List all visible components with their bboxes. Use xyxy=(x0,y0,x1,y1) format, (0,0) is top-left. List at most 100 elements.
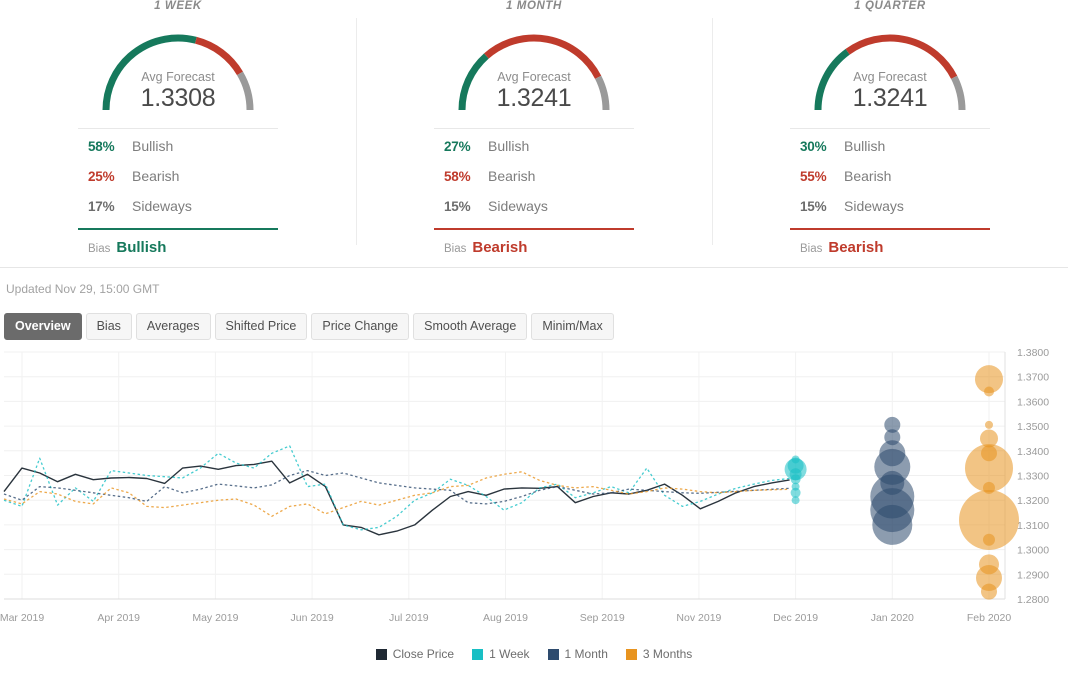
y-axis-tick: 1.3600 xyxy=(1017,396,1049,408)
chart-series-line xyxy=(3,460,790,536)
legend-swatch-icon xyxy=(625,648,637,660)
stat-row-bullish: 30% Bullish xyxy=(790,138,990,168)
gauge-arc-svg xyxy=(458,34,610,111)
bullish-label: Bullish xyxy=(488,138,530,154)
bias-label: Bias xyxy=(800,243,823,255)
stat-row-sideways: 17% Sideways xyxy=(78,198,278,228)
bullish-pct: 30% xyxy=(800,139,827,154)
forecast-bubble[interactable] xyxy=(981,583,997,600)
bullish-label: Bullish xyxy=(132,138,174,154)
sentiment-stats: 27% Bullish 58% Bearish 15% Sideways Bia… xyxy=(434,128,634,256)
x-axis-tick: Jan 2020 xyxy=(871,612,914,624)
tab-smooth-average[interactable]: Smooth Average xyxy=(413,312,528,340)
bias-row: Bias Bearish xyxy=(434,239,634,256)
forecast-bubble[interactable] xyxy=(983,533,995,546)
stat-row-bullish: 27% Bullish xyxy=(434,138,634,168)
x-axis-tick: May 2019 xyxy=(192,612,238,624)
x-axis-tick: Sep 2019 xyxy=(580,612,625,624)
legend-item[interactable]: 3 Months xyxy=(625,647,693,661)
sentiment-stats: 58% Bullish 25% Bearish 17% Sideways Bia… xyxy=(78,128,278,256)
y-axis-tick: 1.2800 xyxy=(1017,594,1049,606)
bias-value: Bearish xyxy=(828,239,884,256)
y-axis-tick: 1.3400 xyxy=(1017,446,1049,458)
bias-value: Bullish xyxy=(116,239,167,256)
gauge-1-quarter: Avg Forecast 1.3241 xyxy=(802,20,978,116)
tab-price-change[interactable]: Price Change xyxy=(311,312,410,340)
legend-label: Close Price xyxy=(392,647,455,661)
forecast-bubble[interactable] xyxy=(872,504,913,545)
bias-label: Bias xyxy=(88,243,111,255)
gauge-arc-svg xyxy=(102,34,254,111)
forecast-panel-1-month: 1 MONTH Avg Forecast 1.3241 27% Bullish … xyxy=(356,0,712,267)
stat-row-bearish: 25% Bearish xyxy=(78,168,278,198)
x-axis-tick: Mar 2019 xyxy=(0,612,44,624)
sideways-pct: 17% xyxy=(88,199,115,214)
tab-minim-max[interactable]: Minim/Max xyxy=(531,312,614,340)
x-axis-tick: Nov 2019 xyxy=(676,612,721,624)
stat-row-bearish: 55% Bearish xyxy=(790,168,990,198)
tab-bias[interactable]: Bias xyxy=(85,312,132,340)
x-axis-tick: Jul 2019 xyxy=(389,612,429,624)
legend-swatch-icon xyxy=(375,648,387,660)
forecast-panels: 1 WEEK Avg Forecast 1.3308 58% Bullish 2… xyxy=(0,0,1068,268)
legend-item[interactable]: Close Price xyxy=(375,647,455,661)
y-axis-tick: 1.3100 xyxy=(1017,520,1049,532)
y-axis-tick: 1.3000 xyxy=(1017,545,1049,557)
bias-value: Bearish xyxy=(472,239,528,256)
sentiment-stats: 30% Bullish 55% Bearish 15% Sideways Bia… xyxy=(790,128,990,256)
forecast-bubble[interactable] xyxy=(984,386,994,397)
bullish-pct: 58% xyxy=(88,139,115,154)
bias-underline xyxy=(78,228,278,230)
panel-title: 1 WEEK xyxy=(154,0,202,12)
bias-underline xyxy=(790,228,990,230)
gauge-1-month: Avg Forecast 1.3241 xyxy=(446,20,622,116)
stat-row-bullish: 58% Bullish xyxy=(78,138,278,168)
y-axis-tick: 1.3700 xyxy=(1017,372,1049,384)
chart-canvas: 1.3800 1.3700 1.3600 1.3500 1.3400 1.3300 1.32… xyxy=(0,347,1049,624)
panel-title: 1 MONTH xyxy=(506,0,562,12)
bias-label: Bias xyxy=(444,243,467,255)
stat-row-bearish: 58% Bearish xyxy=(434,168,634,198)
forecast-bubble[interactable] xyxy=(791,496,800,505)
x-axis-tick: Feb 2020 xyxy=(967,612,1012,624)
bearish-label: Bearish xyxy=(844,168,892,184)
updated-timestamp: Updated Nov 29, 15:00 GMT xyxy=(6,282,160,296)
x-axis-tick: Jun 2019 xyxy=(290,612,333,624)
bullish-pct: 27% xyxy=(444,139,471,154)
y-axis-tick: 1.3800 xyxy=(1017,347,1049,359)
legend-label: 1 Month xyxy=(564,647,608,661)
sideways-label: Sideways xyxy=(488,198,548,214)
chart-tabs: Overview Bias Averages Shifted Price Price C… xyxy=(0,308,1068,344)
stat-row-sideways: 15% Sideways xyxy=(790,198,990,228)
tab-averages[interactable]: Averages xyxy=(135,312,211,340)
sideways-pct: 15% xyxy=(444,199,471,214)
bearish-label: Bearish xyxy=(132,168,180,184)
panel-title: 1 QUARTER xyxy=(854,0,926,12)
chart-legend: Close Price 1 Week 1 Month 3 Months xyxy=(0,645,1068,663)
sideways-label: Sideways xyxy=(132,198,192,214)
bearish-pct: 58% xyxy=(444,169,471,184)
legend-label: 3 Months xyxy=(642,647,693,661)
legend-item[interactable]: 1 Week xyxy=(472,647,530,661)
forecast-panel-1-week: 1 WEEK Avg Forecast 1.3308 58% Bullish 2… xyxy=(0,0,356,267)
legend-label: 1 Week xyxy=(489,647,530,661)
y-axis-tick: 1.3200 xyxy=(1017,495,1049,507)
x-axis-tick: Aug 2019 xyxy=(483,612,528,624)
stat-row-sideways: 15% Sideways xyxy=(434,198,634,228)
legend-item[interactable]: 1 Month xyxy=(547,647,608,661)
legend-swatch-icon xyxy=(547,648,559,660)
legend-swatch-icon xyxy=(472,648,484,660)
bias-row: Bias Bullish xyxy=(78,239,278,256)
tab-shifted-price[interactable]: Shifted Price xyxy=(214,312,308,340)
y-axis-tick: 1.2900 xyxy=(1017,569,1049,581)
x-axis-tick: Apr 2019 xyxy=(97,612,140,624)
gauge-arc-svg xyxy=(814,34,966,111)
bearish-pct: 55% xyxy=(800,169,827,184)
bearish-pct: 25% xyxy=(88,169,115,184)
bias-row: Bias Bearish xyxy=(790,239,990,256)
tab-overview[interactable]: Overview xyxy=(4,312,82,340)
gauge-1-week: Avg Forecast 1.3308 xyxy=(90,20,266,116)
x-axis-tick: Dec 2019 xyxy=(773,612,818,624)
forecast-bubble[interactable] xyxy=(985,420,993,429)
y-axis-tick: 1.3500 xyxy=(1017,421,1049,433)
